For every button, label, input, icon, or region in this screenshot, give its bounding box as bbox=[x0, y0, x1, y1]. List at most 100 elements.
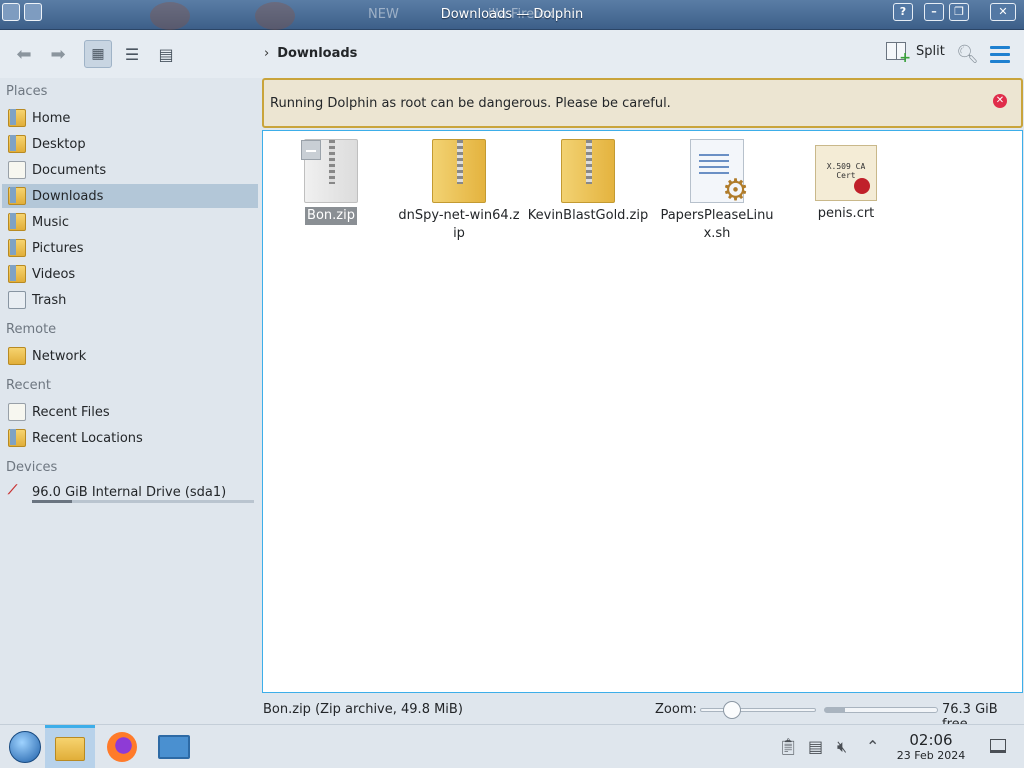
sidebar-item-label: Videos bbox=[32, 266, 76, 282]
arrow-right-icon: ➡ bbox=[50, 43, 66, 65]
sidebar-item-label: Downloads bbox=[32, 188, 104, 204]
minimize-button[interactable]: – bbox=[924, 3, 944, 21]
pictures-folder-icon bbox=[8, 239, 26, 257]
maximize-button[interactable]: ❐ bbox=[949, 3, 969, 21]
help-button[interactable]: ? bbox=[893, 3, 913, 21]
sidebar-item-trash[interactable]: Trash bbox=[2, 288, 258, 312]
icons-view-button[interactable]: ▦ bbox=[84, 40, 112, 68]
downloads-folder-icon bbox=[8, 187, 26, 205]
clipboard-icon[interactable]: 📋︎ bbox=[778, 737, 798, 756]
notifications-icon[interactable]: ▤ bbox=[808, 737, 823, 756]
sidebar-item-label: Recent Files bbox=[32, 404, 110, 420]
places-panel: Places Home Desktop Documents Downloads … bbox=[0, 78, 262, 696]
sidebar-item-label: Desktop bbox=[32, 136, 86, 152]
file-name: penis.crt bbox=[817, 206, 875, 221]
warning-message: Running Dolphin as root can be dangerous… bbox=[270, 96, 671, 111]
window-title: Downloads — Dolphin bbox=[440, 7, 584, 22]
task-dolphin[interactable] bbox=[45, 725, 95, 768]
menu-icon bbox=[990, 46, 1010, 49]
sidebar-item-recent-files[interactable]: Recent Files bbox=[2, 400, 258, 424]
zoom-slider-handle[interactable] bbox=[723, 701, 741, 719]
sidebar-item-label: Trash bbox=[32, 292, 67, 308]
status-bar: Bon.zip (Zip archive, 49.8 MiB) Zoom: 76… bbox=[262, 696, 1024, 732]
sidebar-item-documents[interactable]: Documents bbox=[2, 158, 258, 182]
certificate-icon-text: X.509 CA Cert bbox=[826, 162, 866, 180]
file-item[interactable]: Bon.zip bbox=[267, 139, 395, 225]
compact-view-button[interactable]: ☰ bbox=[118, 40, 146, 68]
details-view-button[interactable]: ▤ bbox=[152, 40, 180, 68]
folder-icon bbox=[55, 736, 85, 761]
network-folder-icon bbox=[8, 347, 26, 365]
selection-toggle-icon[interactable] bbox=[301, 140, 321, 160]
chevron-up-icon[interactable]: ⌃ bbox=[866, 737, 879, 756]
file-item[interactable]: PapersPleaseLinux.sh bbox=[653, 139, 781, 243]
desktop-folder-icon bbox=[8, 135, 26, 153]
split-view-icon bbox=[886, 42, 911, 66]
task-firefox[interactable] bbox=[97, 725, 147, 768]
sidebar-item-music[interactable]: Music bbox=[2, 210, 258, 234]
chevron-right-icon: › bbox=[264, 46, 270, 61]
sidebar-item-home[interactable]: Home bbox=[2, 106, 258, 130]
sidebar-item-pictures[interactable]: Pictures bbox=[2, 236, 258, 260]
start-menu-button[interactable] bbox=[0, 725, 50, 768]
root-warning-banner: Running Dolphin as root can be dangerous… bbox=[262, 78, 1023, 128]
free-space-bar bbox=[824, 707, 938, 713]
split-label: Split bbox=[916, 43, 945, 59]
sidebar-item-recent-locations[interactable]: Recent Locations bbox=[2, 426, 258, 450]
trash-icon bbox=[8, 291, 26, 309]
recent-files-icon bbox=[8, 403, 26, 421]
file-item[interactable]: X.509 CA Cert penis.crt bbox=[782, 139, 910, 223]
show-desktop-icon[interactable] bbox=[990, 739, 1006, 753]
forward-button[interactable]: ➡ bbox=[44, 40, 72, 68]
sidebar-item-label: 96.0 GiB Internal Drive (sda1) bbox=[32, 484, 227, 500]
title-bar: NEW illa Firefox Downloads — Dolphin ? –… bbox=[0, 0, 1024, 30]
sidebar-item-network[interactable]: Network bbox=[2, 344, 258, 368]
file-item[interactable]: dnSpy-net-win64.zip bbox=[395, 139, 523, 243]
breadcrumb-downloads[interactable]: Downloads bbox=[277, 46, 357, 61]
toolbar: ⬅ ➡ ▦ ☰ ▤ › Downloads Split 🔍︎ bbox=[0, 30, 1024, 78]
shell-script-icon bbox=[690, 139, 749, 208]
clock-date: 23 Feb 2024 bbox=[896, 749, 966, 762]
recent-locations-icon bbox=[8, 429, 26, 447]
sidebar-item-label: Music bbox=[32, 214, 69, 230]
hamburger-menu-button[interactable] bbox=[990, 46, 1010, 67]
file-name: dnSpy-net-win64.zip bbox=[398, 208, 520, 241]
zoom-slider[interactable] bbox=[700, 701, 816, 719]
sidebar-item-videos[interactable]: Videos bbox=[2, 262, 258, 286]
taskbar: 📋︎ ▤ 🔇︎ ⌃ 02:06 23 Feb 2024 bbox=[0, 724, 1024, 768]
sidebar-item-label: Network bbox=[32, 348, 87, 364]
selection-info: Bon.zip (Zip archive, 49.8 MiB) bbox=[263, 702, 463, 717]
drive-icon: ⟋ bbox=[8, 483, 18, 498]
search-button[interactable]: 🔍︎ bbox=[956, 44, 979, 65]
file-view[interactable]: Bon.zip dnSpy-net-win64.zip KevinBlastGo… bbox=[262, 130, 1023, 693]
arrow-left-icon: ⬅ bbox=[16, 43, 32, 65]
file-name: Bon.zip bbox=[305, 207, 357, 225]
compact-view-icon: ☰ bbox=[124, 44, 140, 64]
close-banner-icon[interactable]: ✕ bbox=[993, 94, 1007, 108]
zoom-label: Zoom: bbox=[655, 702, 697, 717]
sidebar-item-downloads[interactable]: Downloads bbox=[2, 184, 258, 208]
close-button[interactable]: ✕ bbox=[990, 3, 1016, 21]
sidebar-item-desktop[interactable]: Desktop bbox=[2, 132, 258, 156]
clock-time: 02:06 bbox=[909, 731, 953, 749]
monitor-icon bbox=[158, 735, 190, 759]
task-system-settings[interactable] bbox=[149, 725, 199, 768]
devices-section-title: Devices bbox=[6, 460, 58, 475]
file-name: KevinBlastGold.zip bbox=[527, 208, 649, 223]
drive-usage-bar bbox=[32, 500, 254, 503]
split-button[interactable]: Split bbox=[886, 42, 945, 66]
file-item[interactable]: KevinBlastGold.zip bbox=[524, 139, 652, 225]
places-section-title: Places bbox=[6, 84, 48, 99]
volume-muted-icon[interactable]: 🔇︎ bbox=[837, 737, 847, 757]
certificate-icon: X.509 CA Cert bbox=[815, 145, 877, 201]
music-folder-icon bbox=[8, 213, 26, 231]
remote-section-title: Remote bbox=[6, 322, 57, 337]
search-icon: 🔍︎ bbox=[956, 44, 979, 65]
back-button[interactable]: ⬅ bbox=[10, 40, 38, 68]
sidebar-item-label: Documents bbox=[32, 162, 107, 178]
home-folder-icon bbox=[8, 109, 26, 127]
firefox-icon bbox=[107, 732, 137, 762]
breadcrumb[interactable]: › Downloads bbox=[264, 46, 357, 61]
clock[interactable]: 02:06 23 Feb 2024 bbox=[888, 731, 974, 762]
sidebar-item-label: Home bbox=[32, 110, 71, 126]
